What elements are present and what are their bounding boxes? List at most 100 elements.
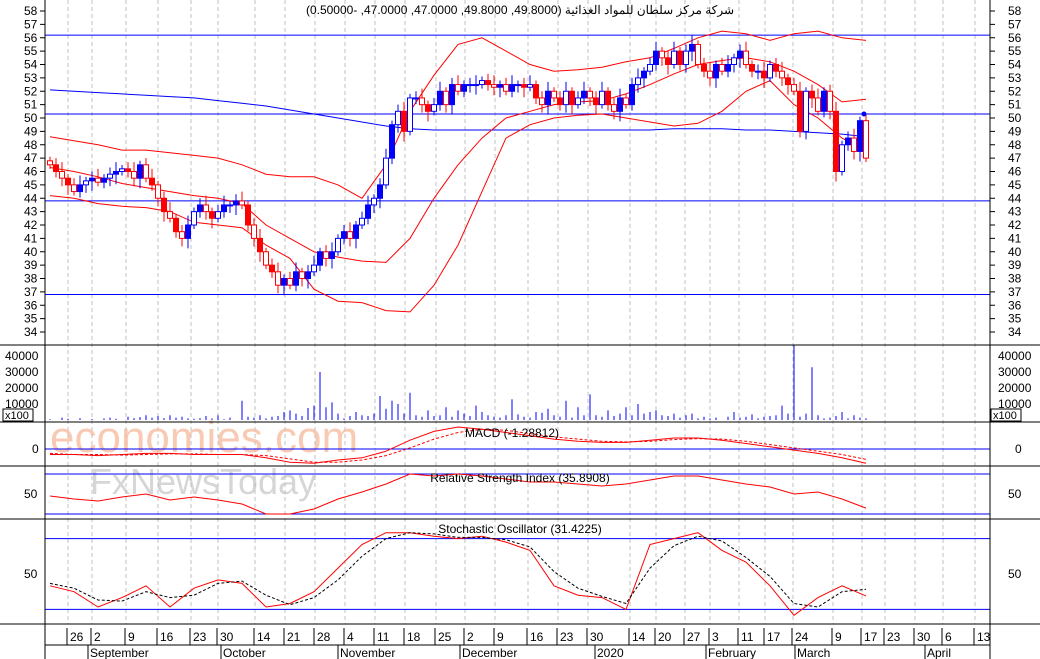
candle-up	[575, 97, 581, 106]
candle-up	[371, 197, 377, 206]
candle-up	[107, 173, 113, 179]
day-label: 25	[438, 630, 452, 644]
day-label: 28	[317, 630, 331, 644]
candle-up	[467, 84, 473, 87]
candle-down	[419, 97, 425, 106]
candle-up	[449, 84, 455, 106]
candle-down	[659, 50, 665, 59]
price-label-right: 58	[1008, 4, 1022, 18]
candle-down	[203, 204, 209, 213]
stochastic-d-line	[49, 532, 867, 608]
candle-up	[509, 84, 515, 92]
price-label-right: 47	[1008, 151, 1022, 165]
candle-up	[137, 164, 143, 179]
stochastic-k-line	[49, 532, 867, 616]
candle-down	[239, 200, 245, 206]
candle-down	[179, 231, 185, 239]
day-label: 16	[160, 630, 174, 644]
candle-down	[95, 177, 101, 183]
day-label: 14	[257, 630, 271, 644]
chart-title: شركة مركز سلطان للمواد الغذائية (49.8000…	[306, 3, 734, 17]
day-label: 30	[917, 630, 931, 644]
day-label: 13	[977, 630, 991, 644]
candle-up	[353, 224, 359, 239]
candle-up	[461, 84, 467, 92]
rsi-50-tick-right: 50	[1008, 487, 1022, 501]
candle-up	[335, 237, 341, 253]
day-label: 2	[467, 630, 474, 644]
rsi-label: Relative Strength Index (35.8908)	[430, 471, 609, 485]
day-label: 30	[590, 630, 604, 644]
moving-average-line	[49, 89, 867, 138]
volume-unit-label-right: x100	[993, 410, 1017, 422]
price-label-right: 52	[1008, 84, 1022, 98]
month-label: 2020	[597, 646, 624, 659]
candle-down	[53, 164, 59, 172]
candle-down	[773, 64, 779, 72]
candle-down	[785, 77, 791, 86]
candle-up	[581, 90, 587, 99]
day-label: 20	[658, 630, 672, 644]
price-label-right: 41	[1008, 231, 1022, 245]
candle-up	[341, 231, 347, 239]
candle-down	[791, 84, 797, 92]
candle-up	[389, 124, 395, 159]
day-label: 18	[407, 630, 421, 644]
candle-up	[497, 84, 503, 88]
candle-down	[347, 231, 353, 239]
price-label: 54	[24, 58, 38, 72]
candle-down	[815, 97, 821, 112]
candle-down	[143, 164, 149, 179]
candle-up	[527, 84, 533, 88]
candle-up	[599, 90, 605, 106]
candle-down	[209, 211, 215, 219]
price-label: 51	[24, 98, 38, 112]
day-label: 9	[835, 630, 842, 644]
candle-up	[755, 70, 761, 73]
candle-down	[245, 204, 251, 226]
macd-label: MACD (-1.28812)	[465, 426, 559, 440]
day-label: 4	[347, 630, 354, 644]
price-label-right: 50	[1008, 111, 1022, 125]
candle-up	[713, 64, 719, 79]
month-label: February	[708, 646, 756, 659]
day-label: 26	[70, 630, 84, 644]
candle-down	[695, 43, 701, 65]
candle-down	[533, 84, 539, 99]
candle-up	[683, 50, 689, 65]
macd-zero-tick-right: 0	[1015, 442, 1022, 456]
candle-down	[521, 84, 527, 88]
price-label: 43	[24, 205, 38, 219]
day-label: 11	[741, 630, 754, 644]
candle-up	[473, 84, 479, 87]
candle-up	[845, 137, 851, 146]
price-label-right: 44	[1008, 191, 1022, 205]
candle-up	[689, 43, 695, 52]
day-label: 9	[128, 630, 135, 644]
month-label: March	[797, 646, 830, 659]
candle-down	[275, 271, 281, 286]
candle-down	[485, 80, 491, 86]
candle-down	[827, 90, 833, 112]
candle-up	[635, 77, 641, 86]
day-label: 24	[795, 630, 809, 644]
price-label: 45	[24, 178, 38, 192]
candle-down	[443, 90, 449, 106]
price-label-right: 54	[1008, 58, 1022, 72]
price-label: 46	[24, 165, 38, 179]
candle-down	[155, 184, 161, 199]
candle-up	[101, 177, 107, 183]
last-price-marker	[861, 111, 867, 117]
price-label: 53	[24, 71, 38, 85]
price-label: 35	[24, 312, 38, 326]
volume-label-right: 30000	[998, 365, 1032, 379]
price-label: 48	[24, 138, 38, 152]
candle-down	[809, 90, 815, 99]
price-label: 36	[24, 298, 38, 312]
volume-label: 40000	[5, 349, 39, 363]
candle-down	[299, 271, 305, 279]
candle-down	[263, 251, 269, 266]
candle-up	[653, 50, 659, 65]
candle-up	[737, 50, 743, 59]
price-label-right: 43	[1008, 205, 1022, 219]
